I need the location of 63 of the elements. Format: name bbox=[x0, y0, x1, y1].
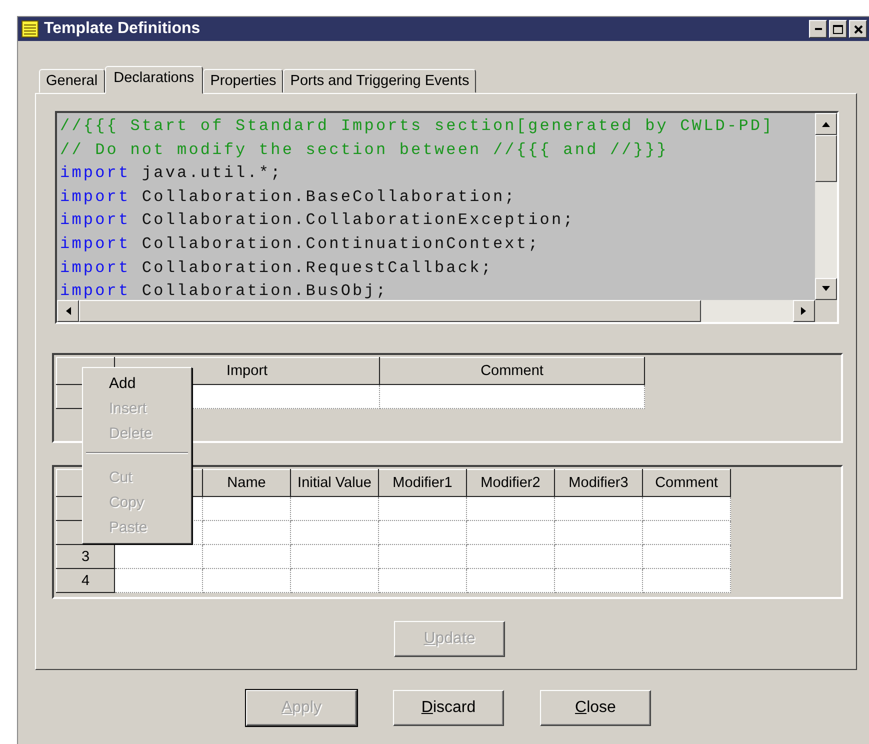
horizontal-scrollbar[interactable] bbox=[57, 300, 815, 322]
code-line: import Collaboration.ContinuationContext; bbox=[60, 234, 541, 255]
close-icon bbox=[854, 24, 862, 34]
code-line: import Collaboration.BaseCollaboration; bbox=[60, 186, 518, 208]
column-header[interactable]: Modifier2 bbox=[466, 470, 554, 496]
column-header[interactable]: Modifier1 bbox=[378, 470, 466, 496]
scrollbar-thumb[interactable] bbox=[79, 300, 701, 322]
column-header[interactable]: Comment bbox=[380, 358, 644, 384]
table-cell[interactable] bbox=[114, 544, 202, 568]
table-cell[interactable] bbox=[554, 568, 642, 592]
column-header[interactable]: Modifier3 bbox=[554, 470, 642, 496]
table-cell[interactable] bbox=[378, 544, 466, 568]
table-cell[interactable] bbox=[378, 568, 466, 592]
table-cell[interactable] bbox=[202, 520, 290, 544]
table-cell[interactable] bbox=[466, 544, 554, 568]
table-cell[interactable] bbox=[642, 520, 730, 544]
table-cell[interactable] bbox=[642, 544, 730, 568]
table-cell[interactable] bbox=[114, 568, 202, 592]
table-cell[interactable] bbox=[554, 544, 642, 568]
code-comment: //{{{ Start of Standard Imports section[generated by CWLD-PD] bbox=[60, 116, 775, 137]
code-line: import Collaboration.CollaborationException; bbox=[60, 210, 576, 232]
table-cell[interactable] bbox=[202, 496, 290, 520]
table-cell[interactable] bbox=[466, 568, 554, 592]
table-cell[interactable] bbox=[202, 568, 290, 592]
maximize-button[interactable] bbox=[829, 20, 847, 38]
table-cell[interactable] bbox=[554, 496, 642, 520]
dialog-button[interactable]: Discard bbox=[393, 690, 504, 726]
vertical-scrollbar[interactable] bbox=[815, 113, 837, 300]
code-line: import java.util.*; bbox=[60, 163, 284, 184]
code-line: import Collaboration.RequestCallback; bbox=[60, 258, 494, 279]
table-cell[interactable] bbox=[378, 496, 466, 520]
column-header[interactable]: Comment bbox=[642, 470, 730, 496]
table-cell[interactable] bbox=[554, 520, 642, 544]
row-header[interactable]: 3 bbox=[56, 544, 114, 568]
table-cell[interactable] bbox=[290, 568, 378, 592]
row-header[interactable]: 4 bbox=[56, 568, 114, 592]
code-editor[interactable] bbox=[55, 111, 839, 324]
table-cell[interactable] bbox=[466, 496, 554, 520]
table-cell[interactable] bbox=[378, 520, 466, 544]
tab[interactable]: Declarations bbox=[104, 66, 204, 94]
minimize-button[interactable] bbox=[809, 20, 827, 38]
table-cell[interactable] bbox=[290, 520, 378, 544]
table-cell[interactable] bbox=[290, 496, 378, 520]
table-cell[interactable] bbox=[290, 544, 378, 568]
table-cell[interactable] bbox=[642, 496, 730, 520]
dialog-button[interactable]: Close bbox=[540, 690, 651, 726]
table-cell[interactable] bbox=[642, 568, 730, 592]
scrollbar-corner bbox=[815, 300, 837, 322]
maximize-icon bbox=[833, 24, 843, 34]
minimize-icon bbox=[814, 28, 822, 30]
column-header[interactable]: Initial Value bbox=[290, 470, 378, 496]
window-title: Template Definitions bbox=[44, 20, 202, 38]
code-line: import Collaboration.BusObj; bbox=[60, 281, 389, 302]
tab[interactable]: Properties bbox=[203, 69, 284, 93]
table-cell[interactable] bbox=[202, 544, 290, 568]
column-header[interactable]: Name bbox=[202, 470, 290, 496]
notepad-icon bbox=[20, 19, 40, 39]
code-comment: // Do not modify the section between //{{{ and //}}} bbox=[60, 140, 670, 161]
table-cell[interactable] bbox=[380, 384, 644, 408]
table-cell[interactable] bbox=[466, 520, 554, 544]
close-button[interactable] bbox=[849, 20, 867, 38]
tab[interactable]: Ports and Triggering Events bbox=[283, 69, 476, 93]
scrollbar-thumb[interactable] bbox=[815, 135, 837, 182]
